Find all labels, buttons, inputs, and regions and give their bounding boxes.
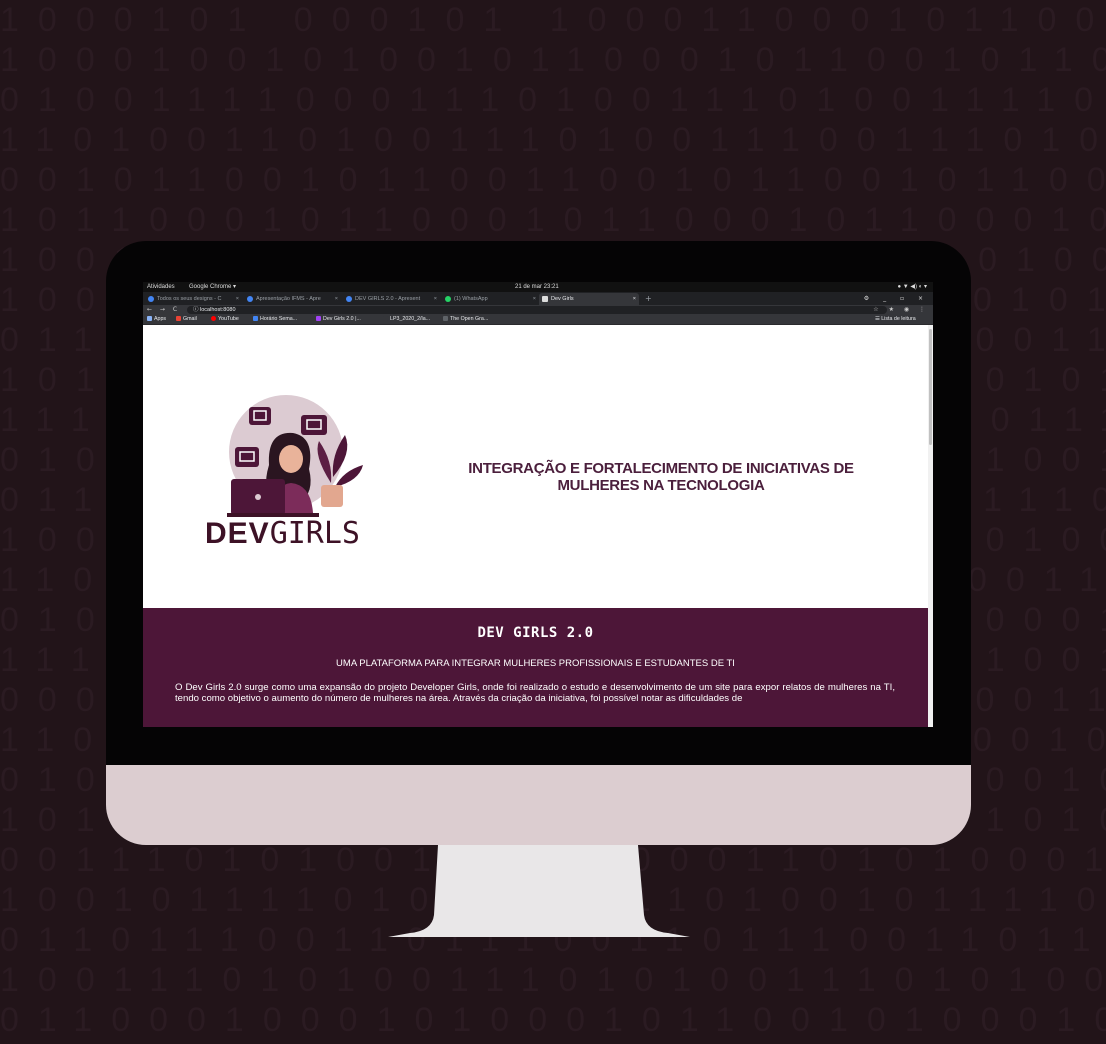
app-menu[interactable]: Google Chrome ▾ [189,282,236,292]
tab-strip: Todos os seus designs - C × Apresentação … [143,292,933,305]
monitor-chin [106,765,971,845]
web-page: DEVGIRLS INTEGRAÇÃO E FORTALECIMENTO DE … [143,325,928,727]
logo-dev-text: DEV [205,517,270,550]
bookmark-label: Dev Girls 2.0 |... [323,316,361,322]
binary-row: 1011000101100010110001011000101100010110 [0,201,1106,239]
binary-row: 1000101 000101 1000110001011001011000101 [0,1,1106,39]
binary-row: 0100111100011101001110100111100111100111 [0,81,1106,119]
about-section: DEV GIRLS 2.0 UMA PLATAFORMA PARA INTEGR… [143,608,928,727]
nav-buttons[interactable]: ← → C [147,305,180,315]
window-controls[interactable]: ⚙ _ ▫ × [864,293,929,305]
tab-label: Apresentação IFMS - Apre [256,296,321,302]
bookmark-label: LP3_2020_2/la... [390,316,431,322]
bookmark-gmail[interactable]: Gmail [176,315,197,324]
tab-label: DEV GIRLS 2.0 - Apresent [355,296,421,302]
whatsapp-icon [445,295,451,302]
bookmark-dev-girls[interactable]: Dev Girls 2.0 |... [316,315,361,324]
bookmark-label: The Open Gra... [450,316,489,322]
section-subtitle: UMA PLATAFORMA PARA INTEGRAR MULHERES PR… [336,658,735,669]
tab-dev-girls[interactable]: Dev Girls × [539,293,639,305]
bookmark-apps[interactable]: Apps [147,315,166,324]
bookmark-label: Gmail [183,316,197,322]
hero-title: INTEGRAÇÃO E FORTALECIMENTO DE INICIATIV… [468,460,854,494]
page-scrollbar[interactable] [928,325,933,727]
doc-icon [253,316,258,322]
tab-favicon-icon [148,295,154,302]
scrollbar-thumb[interactable] [929,329,932,445]
tab-dev-girls-apresentacao[interactable]: DEV GIRLS 2.0 - Apresent × [343,293,440,305]
bookmark-open-graph[interactable]: The Open Gra... [443,315,488,324]
close-tab-icon[interactable]: × [236,293,239,305]
youtube-icon [211,316,216,322]
bookmark-favicon-icon [443,316,448,322]
monitor-stand [388,845,690,937]
os-top-bar: Atividades Google Chrome ▾ 21 de mar 23:… [143,282,933,292]
binary-row: 0010110010110011001011001011001011010110 [0,161,1106,199]
section-body: O Dev Girls 2.0 surge como uma expansão … [175,682,895,704]
close-tab-icon[interactable]: × [533,293,536,305]
bookmark-favicon-icon [383,316,388,322]
toolbar-actions[interactable]: ☆ ★ ◉ ⋮ [873,305,929,315]
tab-label: Todos os seus designs - C [157,296,222,302]
tab-favicon-icon [247,295,253,302]
bookmark-label: YouTube [218,316,239,322]
activities-button[interactable]: Atividades [147,282,175,292]
close-tab-icon[interactable]: × [633,293,636,305]
tab-apresentacao-ifms[interactable]: Apresentação IFMS - Apre × [244,293,341,305]
bookmark-favicon-icon [316,316,321,322]
bookmark-label: Apps [154,316,167,322]
close-tab-icon[interactable]: × [335,293,338,305]
reading-list-button[interactable]: ☰ Lista de leitura [875,315,916,324]
bookmark-label: Horário Sema... [260,316,298,322]
tab-favicon-icon [346,295,352,302]
tab-label: Dev Girls [551,296,574,302]
tab-favicon-icon [542,295,548,302]
tab-label: (1) WhatsApp [454,296,488,302]
apps-grid-icon [147,316,152,322]
monitor: Atividades Google Chrome ▾ 21 de mar 23:… [106,241,971,845]
logo-girls-text: GIRLS [269,516,360,551]
devgirls-logo: DEVGIRLS [205,519,360,549]
new-tab-button[interactable]: + [645,293,652,305]
binary-row: 1010011100100110101001101001001101001001 [0,1040,1106,1044]
bookmark-horario[interactable]: Horário Sema... [253,315,297,324]
binary-row: 1001110101001110101001110101001110101001 [0,961,1106,999]
gmail-icon [176,316,181,322]
bookmark-youtube[interactable]: YouTube [211,315,239,324]
clock[interactable]: 21 de mar 23:21 [515,282,559,292]
tab-canva[interactable]: Todos os seus designs - C × [145,293,242,305]
navigation-bar: ← → C ⓘ localhost:8080 ☆ ★ ◉ ⋮ [143,305,933,315]
section-title: DEV GIRLS 2.0 [477,625,594,641]
bookmark-lp3[interactable]: LP3_2020_2/la... [383,315,430,324]
screen: Atividades Google Chrome ▾ 21 de mar 23:… [143,282,933,727]
address-bar[interactable]: ⓘ localhost:8080 [187,306,887,314]
bookmarks-bar: Apps Gmail YouTube Horário Sema... Dev G… [143,315,933,325]
binary-row: 1000100101001011000101100101100010110001… [0,41,1106,79]
tab-whatsapp[interactable]: (1) WhatsApp × [442,293,539,305]
close-tab-icon[interactable]: × [434,293,437,305]
binary-row: 1101001101001110100111001110100111001110 [0,121,1106,159]
binary-row: 0110001000101000101100101000101100100010 [0,1001,1106,1039]
system-tray[interactable]: ● ▼ ◀) ◐ ▾ [898,282,927,292]
